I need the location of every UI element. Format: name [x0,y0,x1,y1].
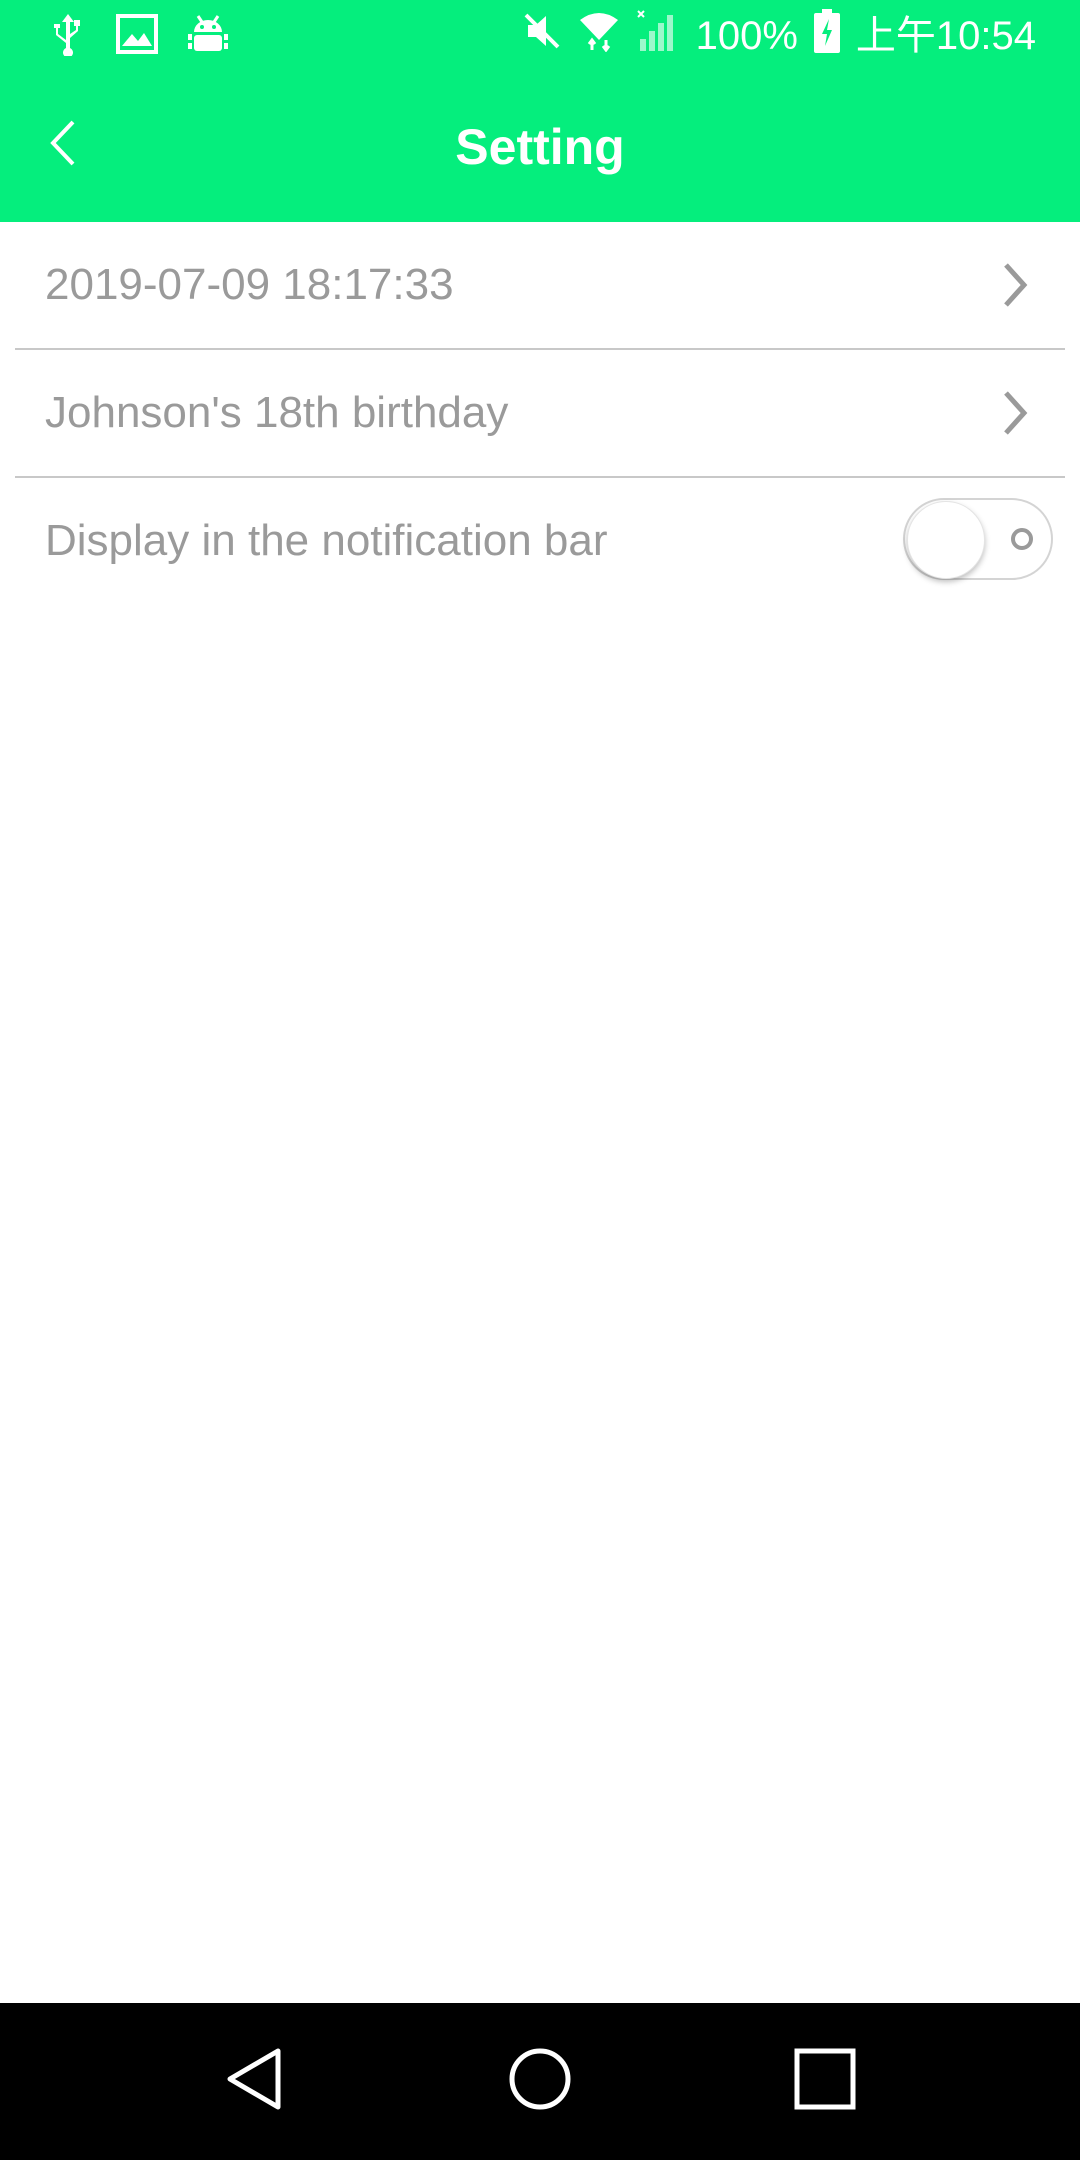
notification-bar-toggle[interactable] [903,498,1053,580]
mute-icon [522,11,562,61]
notification-bar-label: Display in the notification bar [45,516,608,565]
system-nav-bar [0,2003,1080,2160]
nav-recents-button[interactable] [725,2003,925,2160]
date-time-label: 2019-07-09 18:17:33 [45,260,454,309]
android-debug-icon [188,12,228,61]
date-time-row[interactable]: 2019-07-09 18:17:33 [15,222,1065,350]
status-right-icons: 100% 上午10:54 [522,9,1036,63]
event-name-label: Johnson's 18th birthday [45,388,509,437]
event-name-row[interactable]: Johnson's 18th birthday [15,350,1065,478]
settings-screen: 100% 上午10:54 Setting 2019-07-09 18:17:33… [0,0,1080,2160]
nav-home-button[interactable] [440,2003,640,2160]
settings-list: 2019-07-09 18:17:33 Johnson's 18th birth… [0,222,1080,604]
usb-icon [50,12,86,61]
back-triangle-icon [222,2047,286,2116]
notification-bar-row: Display in the notification bar [15,478,1065,604]
toggle-off-icon [1011,528,1033,550]
battery-percent: 100% [695,14,798,58]
wifi-icon [578,10,620,62]
signal-icon [636,9,680,63]
status-bar: 100% 上午10:54 [0,0,1080,72]
recents-square-icon [793,2047,857,2116]
toggle-knob [907,501,985,579]
status-left-icons [50,12,228,60]
chevron-right-icon [990,388,1040,438]
battery-charging-icon [813,9,840,63]
home-circle-icon [508,2047,572,2116]
nav-back-button[interactable] [154,2003,354,2160]
app-header: Setting [0,72,1080,222]
chevron-right-icon [990,260,1040,310]
page-title: Setting [455,119,625,175]
image-icon [116,13,158,59]
status-time: 上午10:54 [855,14,1036,58]
